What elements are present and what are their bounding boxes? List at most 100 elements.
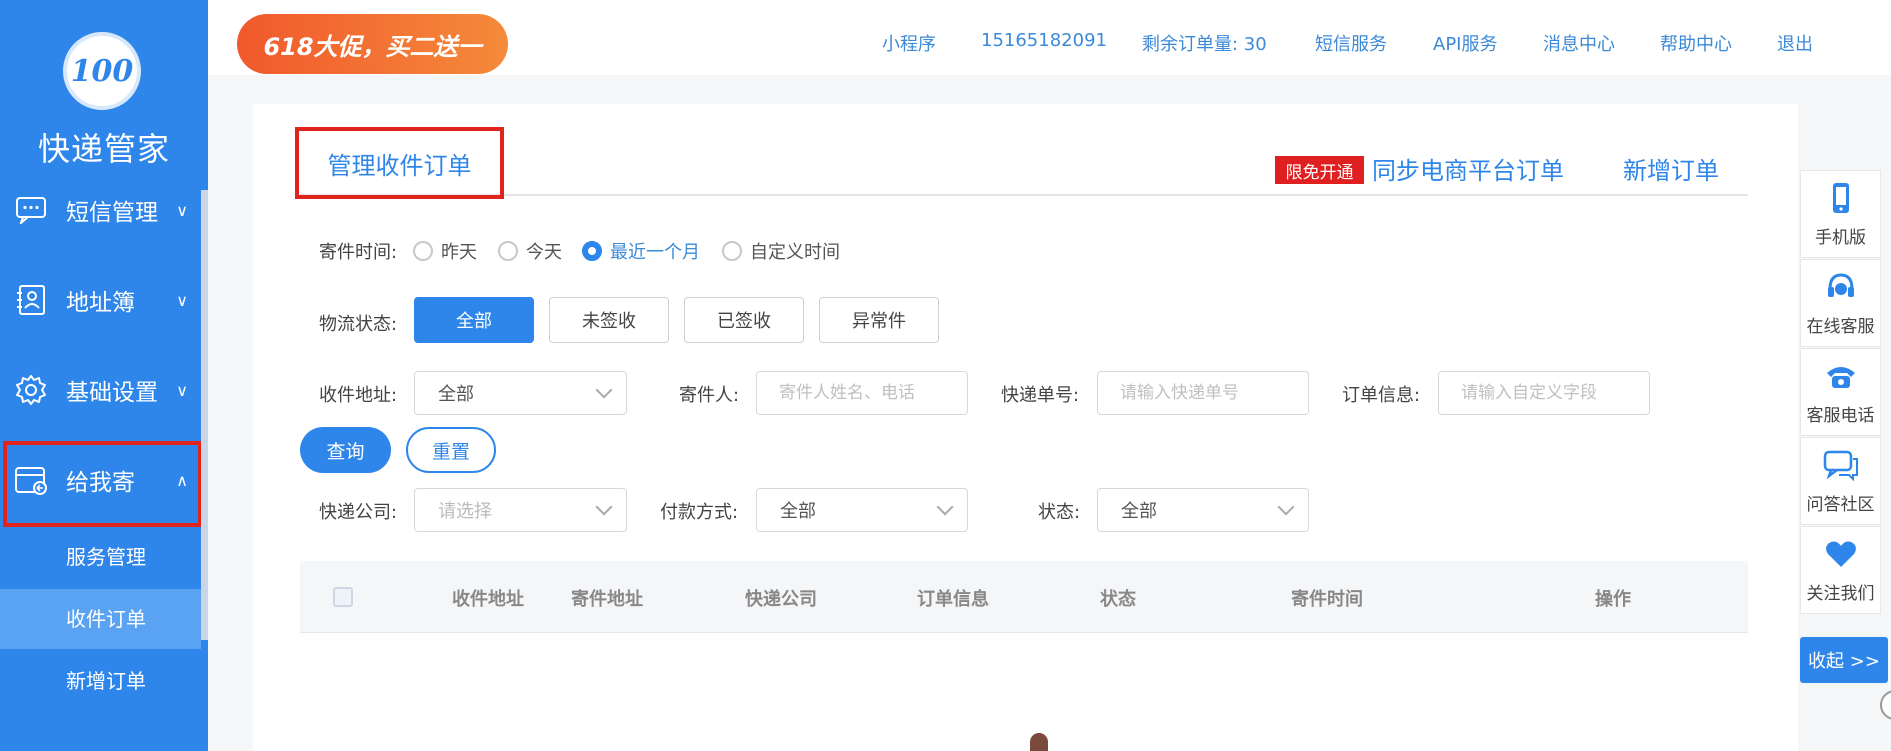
main-card xyxy=(253,104,1798,751)
courier-label: 快递公司: xyxy=(319,502,398,523)
float-service-phone[interactable]: 客服电话 xyxy=(1800,348,1881,436)
column-header-status: 状态 xyxy=(1100,589,1136,610)
radio-checked-icon xyxy=(582,241,602,261)
recv-address-select[interactable]: 全部 xyxy=(414,371,627,415)
sidebar-item-label: 短信管理 xyxy=(66,200,158,226)
chevron-down-icon xyxy=(595,498,613,516)
float-label: 问答社区 xyxy=(1806,494,1875,515)
sidebar-subitem-new-order[interactable]: 新增订单 xyxy=(0,651,201,711)
sidebar: 100 快递管家 短信管理 ∨ 地址簿 ∨ 基础设置 ∨ 给我寄 ∧ 服务管理 … xyxy=(0,0,208,751)
float-follow-us[interactable]: 关注我们 xyxy=(1800,526,1881,614)
topnav-phone[interactable]: 15165182091 xyxy=(981,30,1107,51)
column-header-order-info: 订单信息 xyxy=(917,589,989,610)
empty-state-illustration xyxy=(1030,733,1048,751)
status-label: 状态: xyxy=(1038,502,1081,523)
radio-circle-icon xyxy=(413,241,433,261)
chevron-down-icon: ∨ xyxy=(176,200,188,220)
free-badge: 限免开通 xyxy=(1275,156,1364,184)
chat-bubbles-icon xyxy=(1823,448,1859,482)
chevron-down-icon: ∨ xyxy=(176,380,188,400)
topnav-sms-service[interactable]: 短信服务 xyxy=(1315,30,1387,56)
topnav-help-center[interactable]: 帮助中心 xyxy=(1660,30,1732,56)
heart-icon xyxy=(1825,537,1857,571)
status-exception-button[interactable]: 异常件 xyxy=(819,297,939,343)
headset-icon xyxy=(1825,270,1857,304)
send-time-label: 寄件时间: xyxy=(319,242,398,263)
radio-yesterday[interactable]: 昨天 xyxy=(413,238,477,264)
telephone-icon xyxy=(1825,359,1857,393)
order-info-label: 订单信息: xyxy=(1342,385,1421,406)
courier-select[interactable]: 请选择 xyxy=(414,488,627,532)
column-header-recv-address: 收件地址 xyxy=(452,589,524,610)
topnav-api-service[interactable]: API服务 xyxy=(1433,30,1497,56)
mobile-phone-icon xyxy=(1831,181,1851,215)
column-header-send-address: 寄件地址 xyxy=(571,589,643,610)
column-header-actions: 操作 xyxy=(1595,589,1631,610)
topnav-mini-program[interactable]: 小程序 xyxy=(882,30,936,56)
select-value: 全部 xyxy=(438,384,474,405)
select-value: 请选择 xyxy=(438,501,492,522)
float-label: 客服电话 xyxy=(1806,405,1875,426)
topnav-remaining-orders[interactable]: 剩余订单量: 30 xyxy=(1142,30,1267,56)
logistics-status-label: 物流状态: xyxy=(319,314,398,335)
recv-address-label: 收件地址: xyxy=(319,385,398,406)
collapse-panel-button[interactable]: 收起 >> xyxy=(1800,637,1888,683)
radio-circle-icon xyxy=(498,241,518,261)
float-label: 关注我们 xyxy=(1806,583,1875,604)
radio-today[interactable]: 今天 xyxy=(498,238,562,264)
sender-label: 寄件人: xyxy=(679,385,740,406)
payment-select[interactable]: 全部 xyxy=(756,488,968,532)
sender-input[interactable] xyxy=(756,371,968,415)
sidebar-subitem-received-orders[interactable]: 收件订单 xyxy=(0,589,201,649)
query-button[interactable]: 查询 xyxy=(300,427,391,473)
column-header-courier: 快递公司 xyxy=(745,589,817,610)
reset-button[interactable]: 重置 xyxy=(406,427,496,473)
tab-manage-received-orders[interactable]: 管理收件订单 xyxy=(295,127,504,199)
edge-circle-button[interactable] xyxy=(1880,690,1891,720)
select-all-checkbox[interactable] xyxy=(333,587,353,607)
float-online-service[interactable]: 在线客服 xyxy=(1800,259,1881,347)
chevron-down-icon xyxy=(1277,498,1295,516)
payment-label: 付款方式: xyxy=(660,502,739,523)
logo-badge: 100 xyxy=(70,53,134,89)
sidebar-item-sms[interactable]: 短信管理 ∨ xyxy=(0,174,208,246)
status-all-button[interactable]: 全部 xyxy=(414,297,534,343)
float-mobile[interactable]: 手机版 xyxy=(1800,170,1881,258)
chat-icon xyxy=(14,193,48,227)
tracking-no-input[interactable] xyxy=(1097,371,1309,415)
chevron-down-icon xyxy=(595,381,613,399)
topnav-logout[interactable]: 退出 xyxy=(1777,30,1813,56)
sidebar-item-basic-settings[interactable]: 基础设置 ∨ xyxy=(0,354,208,426)
sidebar-item-label: 地址簿 xyxy=(66,290,135,316)
order-info-input[interactable] xyxy=(1438,371,1650,415)
status-signed-button[interactable]: 已签收 xyxy=(684,297,804,343)
float-label: 手机版 xyxy=(1815,227,1866,248)
select-value: 全部 xyxy=(1121,501,1157,522)
radio-last-month[interactable]: 最近一个月 xyxy=(582,238,700,264)
chevron-down-icon: ∨ xyxy=(176,290,188,310)
sidebar-item-address-book[interactable]: 地址簿 ∨ xyxy=(0,264,208,336)
topnav-message-center[interactable]: 消息中心 xyxy=(1543,30,1615,56)
promo-banner[interactable]: 618大促，买二送一 xyxy=(237,14,508,74)
selection-highlight-box xyxy=(3,441,202,527)
float-qa-community[interactable]: 问答社区 xyxy=(1800,437,1881,525)
tracking-no-label: 快递单号: xyxy=(1001,385,1080,406)
float-label: 在线客服 xyxy=(1806,316,1875,337)
radio-label: 自定义时间 xyxy=(750,242,840,263)
gear-icon xyxy=(14,373,48,407)
chevron-down-icon xyxy=(936,498,954,516)
sidebar-scrollbar[interactable] xyxy=(201,190,208,640)
sidebar-subitem-service-management[interactable]: 服务管理 xyxy=(0,527,201,587)
sidebar-item-label: 基础设置 xyxy=(66,380,158,406)
app-logo: 100 xyxy=(63,32,141,110)
status-select[interactable]: 全部 xyxy=(1097,488,1309,532)
status-unsigned-button[interactable]: 未签收 xyxy=(549,297,669,343)
radio-label: 昨天 xyxy=(441,242,477,263)
tabs-divider xyxy=(300,194,1748,196)
radio-custom-time[interactable]: 自定义时间 xyxy=(722,238,840,264)
tab-sync-ecommerce-orders[interactable]: 同步电商平台订单 xyxy=(1372,151,1564,186)
radio-label: 最近一个月 xyxy=(610,242,700,263)
tab-new-order[interactable]: 新增订单 xyxy=(1623,151,1719,186)
select-value: 全部 xyxy=(780,501,816,522)
column-header-send-time: 寄件时间 xyxy=(1291,589,1363,610)
